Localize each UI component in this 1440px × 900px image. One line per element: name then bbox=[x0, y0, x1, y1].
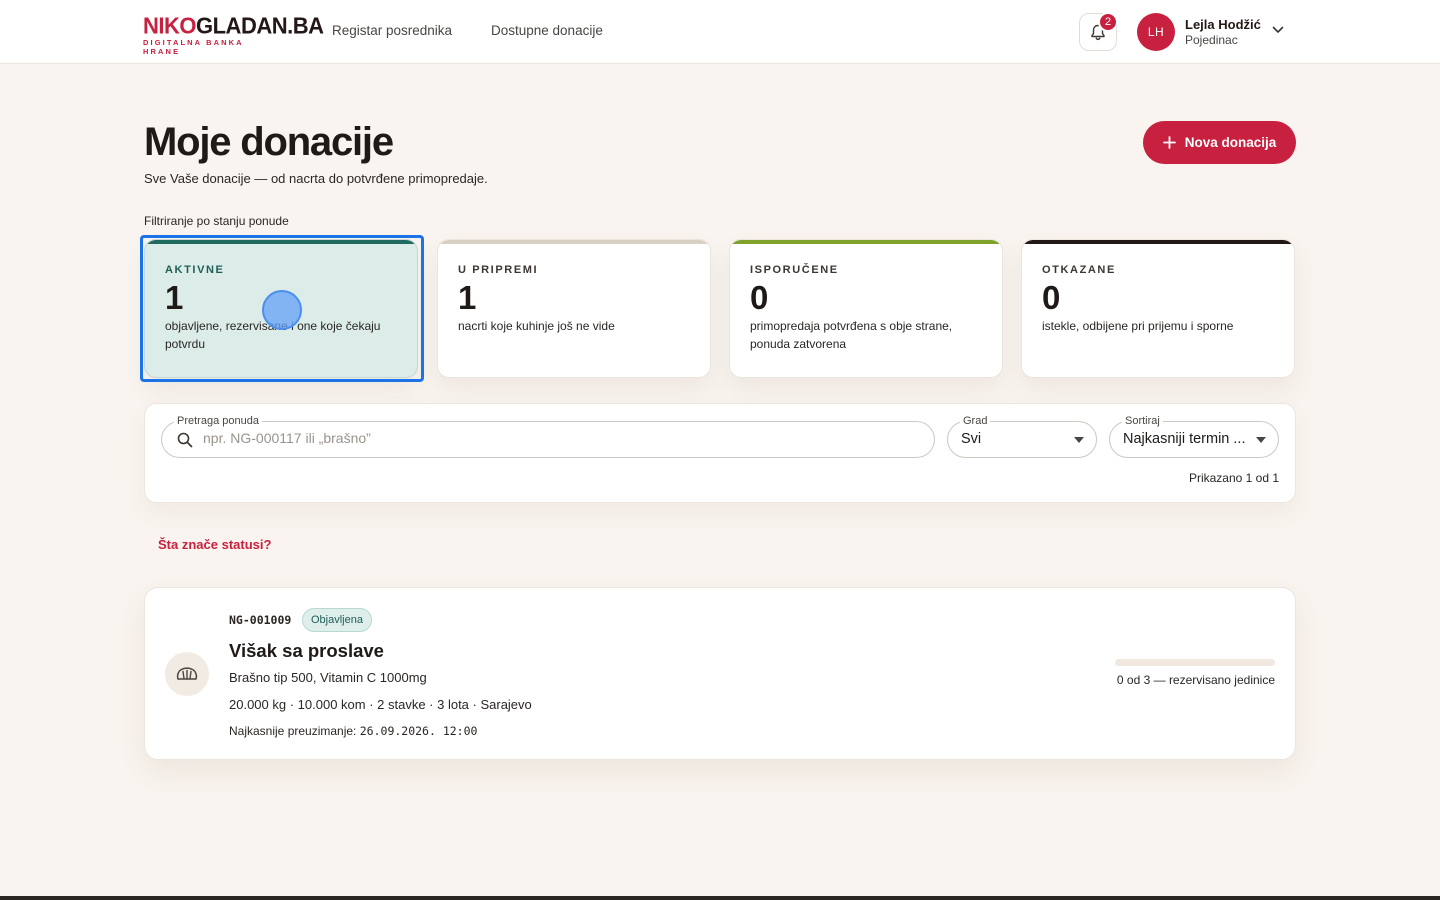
plus-icon bbox=[1162, 136, 1176, 149]
donation-id: NG-001009 bbox=[229, 613, 292, 627]
user-name: Lejla Hodžić bbox=[1185, 17, 1261, 32]
city-value: Svi bbox=[961, 431, 982, 447]
search-icon bbox=[177, 432, 193, 448]
card-accent bbox=[438, 240, 710, 244]
nav-link-dostupne-donacije[interactable]: Dostupne donacije bbox=[491, 23, 603, 38]
sort-legend: Sortiraj bbox=[1122, 414, 1163, 428]
status-card-otkazane[interactable]: OTKAZANE 0 istekle, odbijene pri prijemu… bbox=[1021, 239, 1295, 378]
card-count: 1 bbox=[458, 279, 477, 316]
caret-down-icon bbox=[1074, 437, 1084, 443]
status-help-link[interactable]: Šta znače statusi? bbox=[158, 537, 271, 552]
reservation-progress-bar bbox=[1115, 659, 1275, 666]
card-description: nacrti koje kuhinje još ne vide bbox=[458, 319, 615, 333]
bottom-border bbox=[0, 896, 1440, 900]
status-card-aktivne[interactable]: AKTIVNE 1 objavljene, rezervisane i one … bbox=[144, 239, 418, 378]
card-count: 1 bbox=[165, 279, 184, 316]
logo-wordmark: NIKOGLADAN.BA bbox=[143, 12, 324, 39]
notification-count-badge: 2 bbox=[1098, 12, 1118, 32]
page-subtitle: Sve Vaše donacije — od nacrta do potvrđe… bbox=[144, 171, 488, 186]
card-count: 0 bbox=[750, 279, 769, 316]
donation-deadline: Najkasnije preuzimanje: 26.09.2026. 12:0… bbox=[229, 724, 477, 738]
card-count: 0 bbox=[1042, 279, 1061, 316]
deadline-label: Najkasnije preuzimanje: bbox=[229, 724, 357, 738]
card-description: objavljene, rezervisane i one koje čekaj… bbox=[165, 319, 381, 351]
donation-items: Brašno tip 500, Vitamin C 1000mg bbox=[229, 670, 427, 685]
sort-select[interactable]: Sortiraj Najkasniji termin ... bbox=[1109, 414, 1279, 458]
card-label: AKTIVNE bbox=[165, 264, 225, 276]
search-panel: Pretraga ponuda Grad Svi Sortiraj Najkas… bbox=[144, 403, 1296, 503]
status-card-isporucene[interactable]: ISPORUČENE 0 primopredaja potvrđena s ob… bbox=[729, 239, 1003, 378]
search-legend: Pretraga ponuda bbox=[174, 414, 262, 428]
results-count: Prikazano 1 od 1 bbox=[1188, 471, 1279, 485]
card-label: OTKAZANE bbox=[1042, 264, 1116, 276]
chevron-down-icon[interactable] bbox=[1272, 26, 1284, 34]
card-description: primopredaja potvrđena s obje strane, po… bbox=[750, 319, 953, 351]
user-role: Pojedinac bbox=[1185, 33, 1238, 47]
status-badge: Objavljena bbox=[302, 608, 372, 632]
nav-link-registar-posrednika[interactable]: Registar posrednika bbox=[332, 23, 452, 38]
donation-meta: 20.000 kg · 10.000 kom · 2 stavke · 3 lo… bbox=[229, 697, 532, 712]
card-description: istekle, odbijene pri prijemu i sporne bbox=[1042, 319, 1234, 333]
bread-icon bbox=[165, 652, 209, 696]
card-label: U PRIPREMI bbox=[458, 264, 539, 276]
search-input[interactable] bbox=[203, 430, 903, 446]
filter-section-label: Filtriranje po stanju ponude bbox=[144, 214, 289, 228]
logo-tagline: DIGITALNA BANKA HRANE bbox=[143, 38, 244, 56]
page-title: Moje donacije bbox=[144, 120, 394, 164]
search-field[interactable]: Pretraga ponuda bbox=[161, 414, 935, 458]
caret-down-icon bbox=[1256, 437, 1266, 443]
card-accent bbox=[145, 240, 417, 244]
card-accent bbox=[730, 240, 1002, 244]
reservation-progress-text: 0 od 3 — rezervisano jedinice bbox=[1116, 673, 1275, 687]
avatar[interactable]: LH bbox=[1137, 13, 1175, 51]
new-donation-button[interactable]: Nova donacija bbox=[1143, 121, 1296, 164]
top-navigation-bar: NIKOGLADAN.BA DIGITALNA BANKA HRANE Regi… bbox=[0, 0, 1440, 64]
city-select[interactable]: Grad Svi bbox=[947, 414, 1097, 458]
donation-card[interactable]: NG-001009 Objavljena Višak sa proslave B… bbox=[144, 587, 1296, 760]
card-label: ISPORUČENE bbox=[750, 264, 839, 276]
card-accent bbox=[1022, 240, 1294, 244]
sort-value: Najkasniji termin ... bbox=[1123, 431, 1246, 447]
donation-title: Višak sa proslave bbox=[229, 640, 384, 661]
city-legend: Grad bbox=[960, 414, 991, 428]
deadline-value: 26.09.2026. 12:00 bbox=[359, 724, 478, 738]
new-donation-label: Nova donacija bbox=[1184, 135, 1277, 150]
status-card-u-pripremi[interactable]: U PRIPREMI 1 nacrti koje kuhinje još ne … bbox=[437, 239, 711, 378]
logo[interactable]: NIKOGLADAN.BA DIGITALNA BANKA HRANE bbox=[143, 12, 324, 56]
